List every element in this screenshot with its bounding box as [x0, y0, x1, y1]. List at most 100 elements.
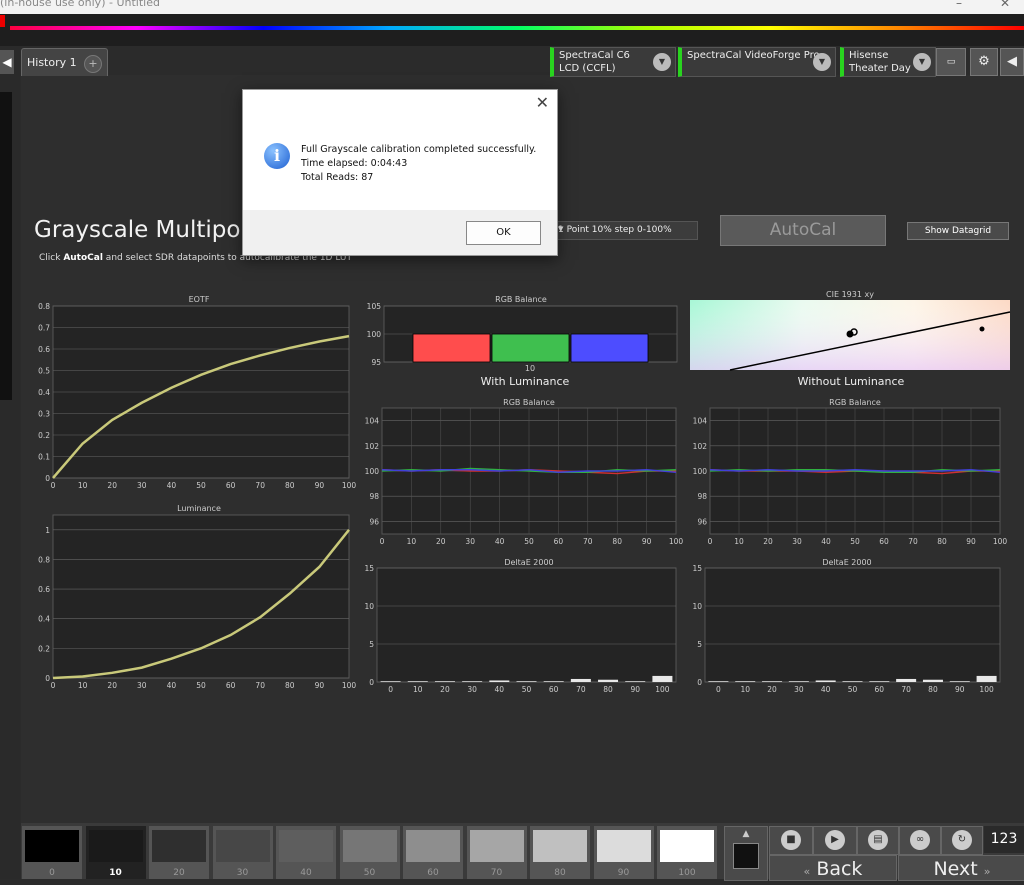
swatch-color: [215, 830, 270, 862]
y-tick-label: 0: [697, 678, 702, 687]
y-tick-label: 104: [693, 417, 708, 426]
counter-badge: 123: [984, 826, 1024, 853]
y-tick-label: 0.1: [38, 453, 50, 462]
dialog-line-3: Total Reads: 87: [301, 172, 374, 183]
swatch-60[interactable]: 60: [403, 826, 463, 879]
rgb-bar-b: [570, 333, 649, 363]
swatch-label: 80: [554, 868, 566, 878]
refresh-icon[interactable]: ↻: [941, 826, 983, 855]
x-tick-label: 100: [342, 681, 357, 690]
luminance-title: Luminance: [177, 504, 221, 513]
back-button[interactable]: « Back: [769, 855, 897, 881]
without-luminance-label: Without Luminance: [798, 375, 905, 388]
y-tick-label: 95: [371, 358, 381, 367]
rgb-with-title: RGB Balance: [503, 398, 555, 407]
deltae-without-luminance-chart: DeltaE 2000 0 5 10 15 0 10 20 30 40 50 60 70 80 90 100: [692, 558, 1001, 694]
x-tick-label: 80: [928, 685, 938, 694]
deltae-with-luminance-chart: DeltaE 2000 0 5 10 15 0 10 20 30 40 50 60 70 80 90 100: [364, 558, 677, 694]
x-tick-label: 60: [226, 681, 236, 690]
x-tick-label: 50: [850, 537, 860, 546]
swatch-100[interactable]: 100: [657, 826, 717, 879]
y-tick-label: 0.8: [38, 302, 50, 311]
y-tick-label: 98: [697, 492, 707, 501]
rgb-bar-g: [491, 333, 570, 363]
x-tick-label: 0: [51, 481, 56, 490]
deltae-bar: [516, 681, 537, 682]
x-tick-label: 30: [137, 481, 147, 490]
y-tick-label: 98: [369, 492, 379, 501]
swatch-label: 90: [617, 868, 630, 878]
deltae-bar: [708, 681, 729, 682]
y-tick-label: 0.4: [38, 615, 50, 624]
back-icon: «: [803, 865, 811, 878]
dialog-line-2: Time elapsed: 0:04:43: [301, 158, 408, 169]
cie-white-point: [979, 326, 985, 332]
x-tick-label: 20: [436, 537, 446, 546]
y-tick-label: 5: [369, 640, 374, 649]
swatch-30[interactable]: 30: [212, 826, 273, 879]
x-tick-label: 100: [669, 537, 684, 546]
x-tick-label: 100: [342, 481, 357, 490]
luminance-chart: Luminance 00.20.40.60.810 10 20 30 40 50 60 70 8…: [38, 504, 356, 690]
deltae-bar: [652, 675, 673, 682]
play-button[interactable]: ▶: [813, 826, 857, 855]
x-tick-label: 60: [879, 537, 889, 546]
deltae-bar: [625, 681, 646, 682]
x-tick-label: 90: [966, 537, 976, 546]
ok-button[interactable]: OK: [466, 221, 541, 245]
y-tick-label: 0.3: [38, 410, 50, 419]
swatch-color: [25, 830, 79, 862]
swatch-80[interactable]: 80: [530, 826, 590, 879]
x-tick-label: 20: [440, 685, 450, 694]
swatch-color: [660, 830, 714, 862]
swatch-color: [88, 830, 143, 862]
x-tick-label: 70: [908, 537, 918, 546]
y-tick-label: 0.2: [38, 431, 50, 440]
swatch-20[interactable]: 20: [149, 826, 209, 879]
close-icon[interactable]: ✕: [536, 93, 549, 112]
chevron-up-icon[interactable]: ▲: [725, 829, 767, 839]
x-tick-label: 30: [465, 537, 475, 546]
swatch-10[interactable]: 10: [85, 826, 146, 879]
y-tick-label: 1: [45, 526, 50, 535]
swatch-label: 30: [236, 868, 249, 878]
y-tick-label: 0.4: [38, 388, 50, 397]
rgb-bar-r: [412, 333, 491, 363]
back-label: Back: [816, 858, 863, 880]
swatch-90[interactable]: 90: [593, 826, 654, 879]
swatch-label: 40: [300, 868, 312, 878]
next-icon: »: [983, 865, 991, 878]
y-tick-label: 15: [692, 564, 702, 573]
stop-button[interactable]: ■: [769, 826, 813, 855]
deltae-bar: [949, 681, 970, 682]
dialog-line-1: Full Grayscale calibration completed suc…: [301, 144, 537, 155]
swatch-0[interactable]: 0: [22, 826, 82, 879]
next-button[interactable]: Next »: [898, 855, 1024, 881]
swatch-40[interactable]: 40: [276, 826, 336, 879]
info-icon: i: [264, 143, 290, 169]
loop-icon[interactable]: ∞: [899, 826, 941, 855]
next-label: Next: [933, 858, 978, 880]
y-tick-label: 10: [692, 602, 702, 611]
swatch-color: [406, 830, 460, 862]
swatch-70[interactable]: 70: [466, 826, 527, 879]
x-tick-label: 30: [792, 537, 802, 546]
deltae-bar: [598, 679, 619, 682]
deltae-bar: [434, 681, 455, 682]
x-tick-label: 70: [901, 685, 911, 694]
deltae-bar: [896, 678, 917, 682]
rgb-balance-without-luminance-chart: RGB Balance 96 98 100 102 104 0 10 20 30 40 50 60 70…: [693, 398, 1008, 546]
deltae-bar: [543, 681, 564, 682]
deltae-bar: [788, 681, 809, 682]
swatch-color: [469, 830, 524, 862]
x-tick-label: 90: [955, 685, 965, 694]
swatch-50[interactable]: 50: [339, 826, 400, 879]
x-tick-label: 40: [167, 481, 177, 490]
pattern-selector[interactable]: ▲: [724, 826, 768, 881]
x-tick-label: 20: [107, 681, 117, 690]
y-tick-label: 0.6: [38, 345, 50, 354]
save-icon[interactable]: ▤: [857, 826, 899, 855]
deltae-bar: [570, 678, 591, 682]
x-tick-label: 70: [576, 685, 586, 694]
eotf-title: EOTF: [189, 295, 210, 304]
